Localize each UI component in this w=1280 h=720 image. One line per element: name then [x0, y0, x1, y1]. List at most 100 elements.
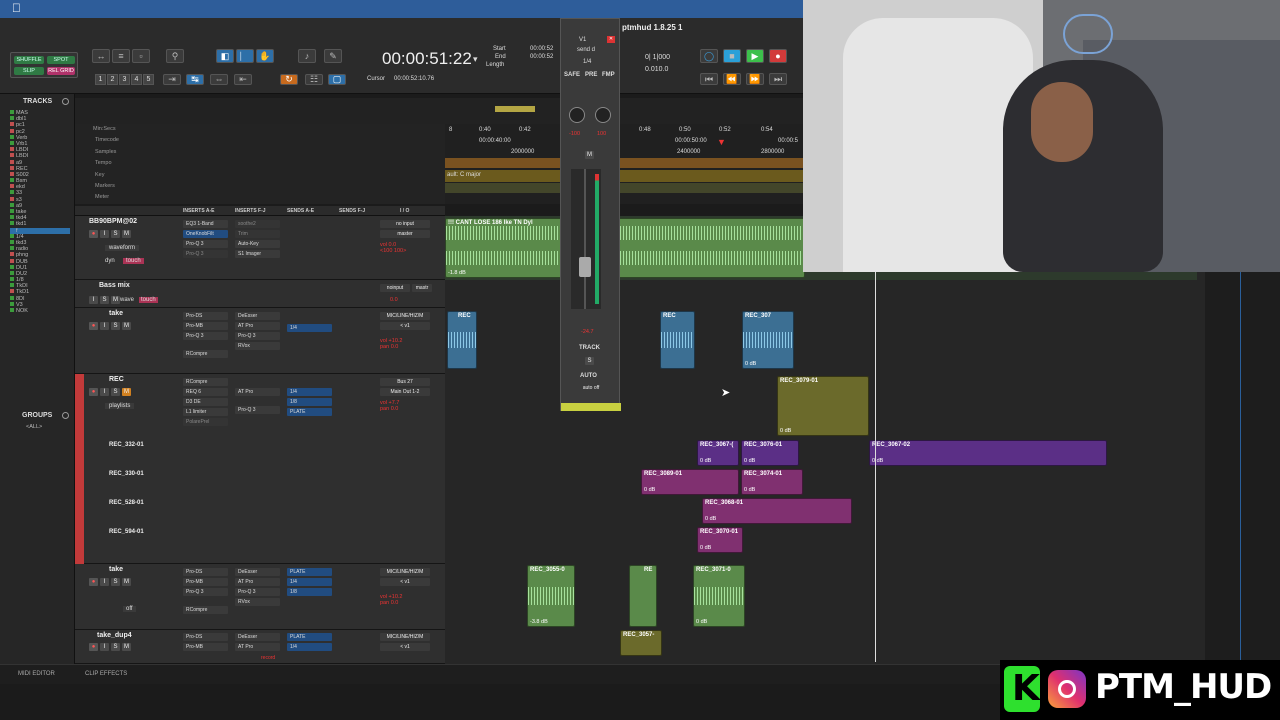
send-slot[interactable]: 1/8 [287, 588, 332, 596]
insert-slot[interactable]: OneKnobFilt [183, 230, 228, 238]
mute-button[interactable]: M [111, 296, 120, 304]
clip-rec-3067b[interactable]: REC_3067-02 0 dB [869, 440, 1107, 466]
insert-slot[interactable]: AT Pro [235, 578, 280, 586]
clip-rec-3079[interactable]: REC_3079-01 0 dB [777, 376, 869, 436]
clip-rec-3068[interactable]: REC_3068-01 0 dB [702, 498, 852, 524]
clip-rec-307[interactable]: REC_307 0 dB [742, 311, 794, 369]
groups-menu-icon[interactable] [62, 412, 69, 419]
insert-slot[interactable]: DeEsser [235, 568, 280, 576]
solo-button[interactable]: S [111, 578, 120, 586]
shuffle-button[interactable]: SHUFFLE [14, 56, 44, 64]
insert-slot[interactable]: L1 limiter [183, 408, 228, 416]
clip-rec-3076[interactable]: REC_3076-01 0 dB [741, 440, 799, 466]
track-name[interactable]: take [109, 310, 123, 317]
clip-rec-3057[interactable]: REC_3057- [620, 630, 662, 656]
pan-value[interactable]: pan 0.0 [380, 344, 430, 350]
sends-fj-header[interactable]: SENDS F-J [339, 208, 365, 214]
pencil-tool-icon[interactable]: ✎ [324, 49, 342, 63]
insert-slot[interactable]: RVox [235, 598, 280, 606]
send-slot[interactable]: PLATE [287, 633, 332, 641]
fader-track[interactable] [571, 169, 601, 309]
solo-button[interactable]: S [111, 388, 120, 396]
stop-icon[interactable]: ■ [723, 49, 741, 63]
input-monitor-button[interactable]: I [100, 578, 109, 586]
input-monitor-button[interactable]: I [100, 322, 109, 330]
zoom-preset-3[interactable]: 3 [119, 74, 130, 85]
insert-slot[interactable]: AT Pro [235, 643, 280, 651]
nudge-icon[interactable]: ▢ [328, 74, 346, 85]
start-value[interactable]: 00:00:52 [530, 46, 553, 52]
send-slot[interactable]: 1/4 [287, 578, 332, 586]
pan-right-value[interactable]: 100 [597, 131, 606, 137]
insert-slot[interactable]: REQ 6 [183, 388, 228, 396]
output-selector[interactable]: < v1 [380, 578, 430, 586]
mirror-icon[interactable]: ⇔ [210, 74, 228, 85]
strip-mute-button[interactable]: M [585, 151, 594, 159]
insert-slot[interactable]: RCompre [183, 606, 228, 614]
input-monitor-button[interactable]: I [89, 296, 98, 304]
clip-effects-tab[interactable]: CLIP EFFECTS [85, 671, 127, 677]
tracks-menu-icon[interactable] [62, 98, 69, 105]
input-monitor-button[interactable]: I [100, 230, 109, 238]
insert-slot[interactable]: DeEsser [235, 633, 280, 641]
insert-slot[interactable]: D3 DE [183, 398, 228, 406]
safe-button[interactable]: SAFE [564, 72, 580, 78]
send-slot[interactable]: PLATE [287, 408, 332, 416]
ruler-lanes[interactable]: 8 0:40 0:42 0:48 0:50 0:52 0:54 00:00:40… [445, 124, 805, 204]
zoom-preset-2[interactable]: 2 [107, 74, 118, 85]
clip-main-beat[interactable]: !!! CANT LOSE 186 lke TN Dyl -1.8 dB [445, 218, 805, 278]
io-header[interactable]: I / O [400, 208, 409, 214]
track-name[interactable]: Bass mix [99, 282, 130, 289]
insert-slot[interactable]: RCompre [183, 350, 228, 358]
solo-button[interactable]: S [100, 296, 109, 304]
nudge-value[interactable]: 0| 1|000 [645, 54, 670, 61]
strip-solo-button[interactable]: S [585, 357, 594, 365]
insert-slot[interactable]: Pro-DS [183, 633, 228, 641]
send-slot[interactable]: 1/4 [287, 324, 332, 332]
pan-left-value[interactable]: -100 [569, 131, 580, 137]
track-name[interactable]: BB90BPM@02 [89, 218, 137, 225]
strip-send[interactable]: send d [577, 47, 595, 53]
insert-slot[interactable]: RCompre [183, 378, 228, 386]
track-name[interactable]: take_dup4 [97, 632, 132, 639]
pan-value[interactable]: <100 100> [380, 248, 430, 254]
track-view-selector[interactable]: playlists [105, 403, 135, 409]
clip-rec-3055[interactable]: REC_3055-0 -3.8 dB [527, 565, 575, 627]
zoom-preset-5[interactable]: 5 [143, 74, 154, 85]
zoom-preset-4[interactable]: 4 [131, 74, 142, 85]
group-all[interactable]: <ALL> [26, 424, 42, 430]
clip-rec-3089[interactable]: REC_3089-01 0 dB [641, 469, 739, 495]
link-selection-icon[interactable]: ↹ [186, 74, 204, 85]
strip-output[interactable]: V1 [579, 37, 586, 43]
playhead-marker-icon[interactable]: ▼ [717, 137, 726, 147]
track-dyn[interactable]: dyn [105, 258, 115, 264]
end-value[interactable]: 00:00:52 [530, 54, 553, 60]
send-slot[interactable]: 1/4 [287, 388, 332, 396]
track-view-selector[interactable]: wave [120, 297, 134, 303]
insert-slot[interactable]: Pro-Q 3 [183, 250, 228, 258]
pre-button[interactable]: PRE [585, 72, 597, 78]
record-arm-button[interactable]: ● [89, 322, 98, 330]
clip-rec-3074[interactable]: REC_3074-01 0 dB [741, 469, 803, 495]
go-to-end-icon[interactable]: ⏭ [769, 73, 787, 85]
input-monitor-button[interactable]: I [100, 388, 109, 396]
insert-slot[interactable]: Pro-DS [183, 312, 228, 320]
send-slot[interactable]: 1/8 [287, 398, 332, 406]
clip-rec-3070[interactable]: REC_3070-01 0 dB [697, 527, 743, 553]
insert-slot[interactable]: AT Pro [235, 322, 280, 330]
insert-slot[interactable]: Pro-DS [183, 568, 228, 576]
pan-value[interactable]: pan 0.0 [380, 406, 430, 412]
send-slot[interactable]: 1/4 [287, 643, 332, 651]
clip-rec-re[interactable]: RE [629, 565, 657, 627]
insert-slot[interactable]: Pro-MB [183, 322, 228, 330]
ruler-samples[interactable]: Samples [75, 147, 445, 158]
ruler-meter[interactable]: Meter [75, 192, 445, 203]
trim-tool-icon[interactable]: ◧ [216, 49, 234, 63]
spot-button[interactable]: SPOT [47, 56, 75, 64]
insert-slot[interactable]: Pro-Q 3 [183, 240, 228, 248]
insert-slot[interactable]: Pro-Q 3 [235, 406, 280, 414]
rel-grid-button[interactable]: REL GRID [47, 67, 75, 75]
right-scroll-area[interactable] [1197, 272, 1280, 660]
fader-value[interactable]: -24.7 [581, 329, 594, 335]
rewind-start-icon[interactable]: ⏮ [700, 73, 718, 85]
